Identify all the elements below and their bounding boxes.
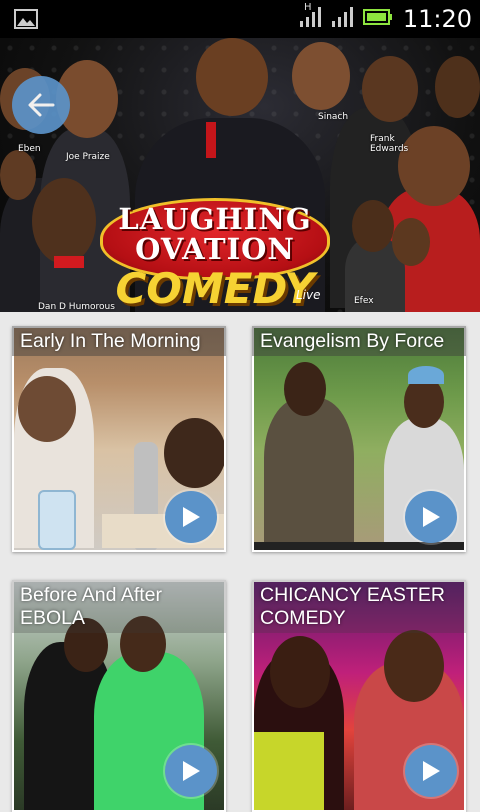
play-button[interactable] (165, 491, 217, 543)
banner-face (435, 56, 480, 118)
banner-name-caption: Joe Praize (66, 152, 110, 162)
battery-icon (362, 9, 393, 29)
back-button[interactable] (12, 76, 70, 134)
video-card[interactable]: Before And After EBOLA (12, 580, 226, 812)
clock: 11:20 (402, 5, 472, 33)
banner-face (196, 38, 268, 116)
status-bar: H 11:20 (0, 0, 480, 38)
banner-face (292, 42, 350, 110)
banner-tie (206, 122, 216, 158)
video-title: Evangelism By Force (252, 326, 466, 356)
banner-face (32, 178, 96, 264)
play-icon (183, 761, 200, 781)
header-banner: Eben Joe Praize Sinach Frank Edwards Dan… (0, 38, 480, 312)
banner-name-caption: Frank Edwards (370, 134, 409, 154)
play-icon (423, 761, 440, 781)
play-button[interactable] (165, 745, 217, 797)
arrow-left-icon (28, 93, 55, 117)
banner-face (362, 56, 418, 122)
video-title: Before And After EBOLA (12, 580, 226, 633)
signal-icon (299, 6, 321, 32)
banner-face (352, 200, 394, 252)
video-card[interactable]: Early In The Morning (12, 326, 226, 552)
video-grid: Early In The Morning Evangelism By Force… (0, 312, 480, 812)
video-card[interactable]: Evangelism By Force (252, 326, 466, 552)
play-icon (423, 507, 440, 527)
play-icon (183, 507, 200, 527)
banner-face (392, 218, 430, 266)
video-title: CHICANCY EASTER COMEDY (252, 580, 466, 633)
video-card[interactable]: CHICANCY EASTER COMEDY (252, 580, 466, 812)
banner-name-caption: Eben (18, 144, 41, 154)
play-button[interactable] (405, 491, 457, 543)
banner-name-caption: Sinach (318, 112, 349, 122)
logo-text-line2: OVATION (135, 232, 295, 266)
logo-live-label: Live (296, 288, 321, 302)
banner-bowtie (54, 256, 84, 268)
gallery-notification-icon (14, 9, 38, 29)
banner-face (0, 150, 36, 200)
logo-text-line1: LAUGHING (118, 202, 312, 236)
show-logo: LAUGHING OVATION COMEDY Live (100, 198, 330, 312)
banner-name-caption: Efex (354, 296, 374, 306)
logo-text-line3: COMEDY (115, 264, 315, 312)
video-title: Early In The Morning (12, 326, 226, 356)
signal-icon-2 (331, 6, 353, 32)
play-button[interactable] (405, 745, 457, 797)
